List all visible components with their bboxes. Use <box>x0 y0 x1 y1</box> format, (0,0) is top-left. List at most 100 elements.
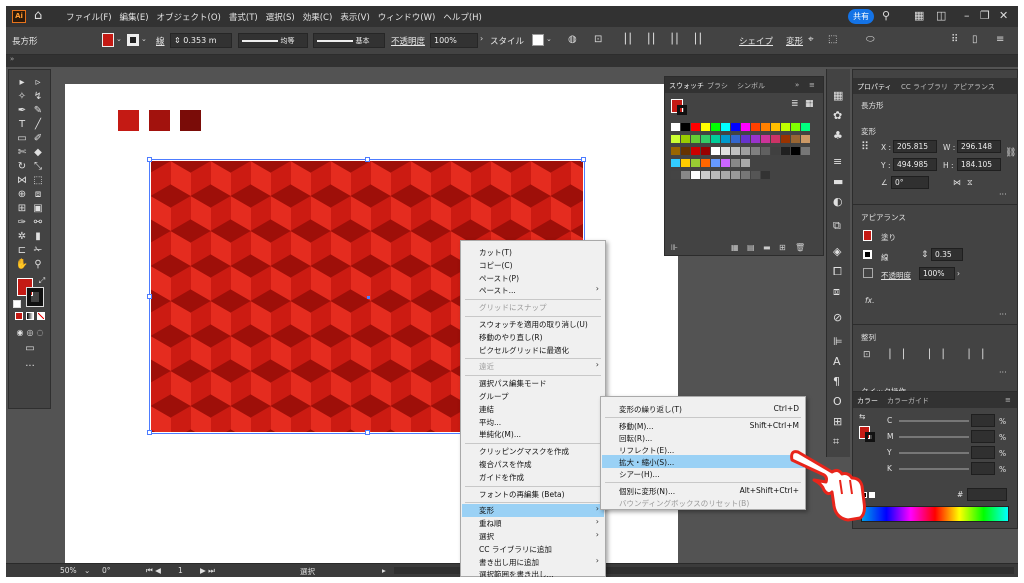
variable-width-profile[interactable]: 均等 <box>238 33 308 48</box>
stroke-weight-input[interactable]: ⇕ 0.353 m <box>170 33 232 48</box>
chevron-right-icon[interactable]: › <box>957 269 960 278</box>
color-swatch[interactable] <box>711 159 720 167</box>
context-menu-item[interactable]: 平均... <box>479 417 501 428</box>
slice-tool-icon[interactable]: ✁ <box>31 244 45 258</box>
share-button[interactable]: 共有 <box>848 9 874 24</box>
swatch-options-icon[interactable]: ▤ <box>747 243 755 252</box>
stroke-swatch[interactable] <box>26 287 44 307</box>
character-panel-icon[interactable]: A <box>833 355 841 368</box>
context-menu-item[interactable]: クリッピングマスクを作成 <box>479 446 569 457</box>
default-colors-icon[interactable] <box>13 300 21 308</box>
color-swatch[interactable] <box>721 135 730 143</box>
stroke-panel-icon[interactable]: ≡ <box>833 155 842 168</box>
swatches-panel-icon[interactable]: ▦ <box>833 89 843 102</box>
panel-menu-icon[interactable]: ≡ <box>1005 396 1011 404</box>
panel-menu-icon[interactable]: ≡ <box>809 81 815 89</box>
color-swatch[interactable] <box>781 147 790 155</box>
rotation-angle[interactable]: 0° <box>102 566 111 575</box>
chevron-down-icon[interactable]: ⌄ <box>141 35 147 43</box>
tab-cc-libraries[interactable]: CC ライブラリ <box>901 82 948 92</box>
context-menu-item[interactable]: 複合パスを作成 <box>479 459 532 470</box>
color-sample-square[interactable] <box>180 110 201 131</box>
m-slider[interactable] <box>899 436 969 438</box>
color-swatch[interactable] <box>671 159 680 167</box>
swap-icon[interactable]: ⇆ <box>859 412 865 421</box>
zoom-level[interactable]: 50% <box>60 566 77 575</box>
submenu-item[interactable]: 移動(M)... <box>619 421 653 432</box>
color-swatch[interactable] <box>771 147 780 155</box>
menu-type[interactable]: 書式(T) <box>229 11 258 23</box>
align-buttons-icon[interactable]: ⊡ ▕ ▏ ▕ ▏ ▕ ▏ <box>863 350 994 360</box>
layers-panel-icon[interactable]: ◈ <box>833 245 841 258</box>
draw-inside-icon[interactable]: ◌ <box>33 326 47 340</box>
c-input[interactable] <box>971 414 995 427</box>
color-swatch[interactable] <box>691 171 700 179</box>
k-slider[interactable] <box>899 468 969 470</box>
links-panel-icon[interactable]: ⧈ <box>833 285 840 299</box>
context-menu-item[interactable]: CC ライブラリに追加 <box>479 544 552 555</box>
context-menu-item[interactable]: カット(T) <box>479 247 512 258</box>
chevron-down-icon[interactable]: ⌄ <box>546 35 552 43</box>
menu-view[interactable]: 表示(V) <box>340 11 369 23</box>
menu-select[interactable]: 選択(S) <box>266 11 295 23</box>
context-menu-item[interactable]: 選択パス編集モード <box>479 378 547 389</box>
menu-effect[interactable]: 効果(C) <box>303 11 333 23</box>
submenu-item[interactable]: シアー(H)... <box>619 469 660 480</box>
pen-tool-icon[interactable]: ✒ <box>15 104 29 118</box>
rectangle-tool-icon[interactable]: ▭ <box>15 132 29 146</box>
line-tool-icon[interactable]: ╱ <box>31 118 45 132</box>
menu-icon[interactable]: ≡ <box>996 34 1004 45</box>
tab-brushes[interactable]: ブラシ <box>707 81 728 91</box>
panel-toggle-icon[interactable]: ▯ <box>972 34 978 45</box>
color-swatch[interactable] <box>771 123 780 131</box>
color-swatch[interactable] <box>761 147 770 155</box>
fx-button[interactable]: fx. <box>865 296 874 305</box>
swatch-library-icon[interactable]: ⊪ <box>671 243 678 252</box>
stepper-icon[interactable]: ⇕ <box>174 36 181 45</box>
color-spectrum[interactable] <box>861 506 1009 522</box>
context-menu-item[interactable]: ガイドを作成 <box>479 472 524 483</box>
menu-window[interactable]: ウィンドウ(W) <box>378 11 436 23</box>
w-input[interactable]: 296.148 <box>957 140 1001 153</box>
resize-handle[interactable] <box>147 430 152 435</box>
artboard-tool-icon[interactable]: ⊏ <box>15 244 29 258</box>
color-swatch[interactable] <box>801 147 810 155</box>
color-swatch[interactable] <box>691 123 700 131</box>
blend-tool-icon[interactable]: ⚯ <box>31 216 45 230</box>
menu-file[interactable]: ファイル(F) <box>66 11 112 23</box>
color-swatch[interactable] <box>761 123 770 131</box>
color-swatch[interactable] <box>741 123 750 131</box>
gradient-panel-icon[interactable]: ▬ <box>833 175 843 188</box>
gradient-tool-icon[interactable]: ▣ <box>31 202 45 216</box>
resize-handle[interactable] <box>365 157 370 162</box>
color-swatch[interactable] <box>701 171 710 179</box>
appearance-panel-icon[interactable]: ⧉ <box>833 219 841 233</box>
context-menu-item[interactable]: グループ <box>479 391 509 402</box>
context-menu-item[interactable]: 選択範囲を書き出し... <box>479 569 554 577</box>
color-swatch[interactable] <box>711 171 720 179</box>
color-swatch[interactable] <box>741 147 750 155</box>
screen-mode-icon[interactable]: ▭ <box>23 342 37 356</box>
next-page-icon[interactable]: ▶ ⏭ <box>200 566 215 576</box>
color-swatch[interactable] <box>741 135 750 143</box>
hand-tool-icon[interactable]: ✋ <box>15 258 29 272</box>
rotate-tool-icon[interactable]: ↻ <box>15 160 29 174</box>
paintbrush-icon[interactable]: ✐ <box>31 132 45 146</box>
opacity-label[interactable]: 不透明度 <box>391 35 425 47</box>
reference-point-icon[interactable]: ⠿ <box>861 140 869 153</box>
color-swatch[interactable] <box>671 171 680 179</box>
context-menu-item[interactable]: スウォッチを適用の取り消し(U) <box>479 319 588 330</box>
color-swatch[interactable] <box>691 135 700 143</box>
color-swatch[interactable] <box>741 171 750 179</box>
opacity-input[interactable]: 100% <box>919 267 955 280</box>
pathfinder-panel-icon[interactable]: ⊘ <box>833 311 842 324</box>
x-input[interactable]: 205.815 <box>893 140 937 153</box>
context-menu-item[interactable]: フォントの再編集 (Beta) <box>479 489 565 500</box>
new-swatch-icon[interactable]: ⊞ <box>779 243 786 252</box>
color-swatch[interactable] <box>731 123 740 131</box>
submenu-item[interactable]: 変形の繰り返し(T) <box>619 404 682 415</box>
gradient-mode-icon[interactable] <box>26 312 34 320</box>
stroke-weight-input[interactable]: 0.35 <box>931 248 963 261</box>
color-swatch[interactable] <box>761 171 770 179</box>
color-swatch[interactable] <box>711 147 720 155</box>
